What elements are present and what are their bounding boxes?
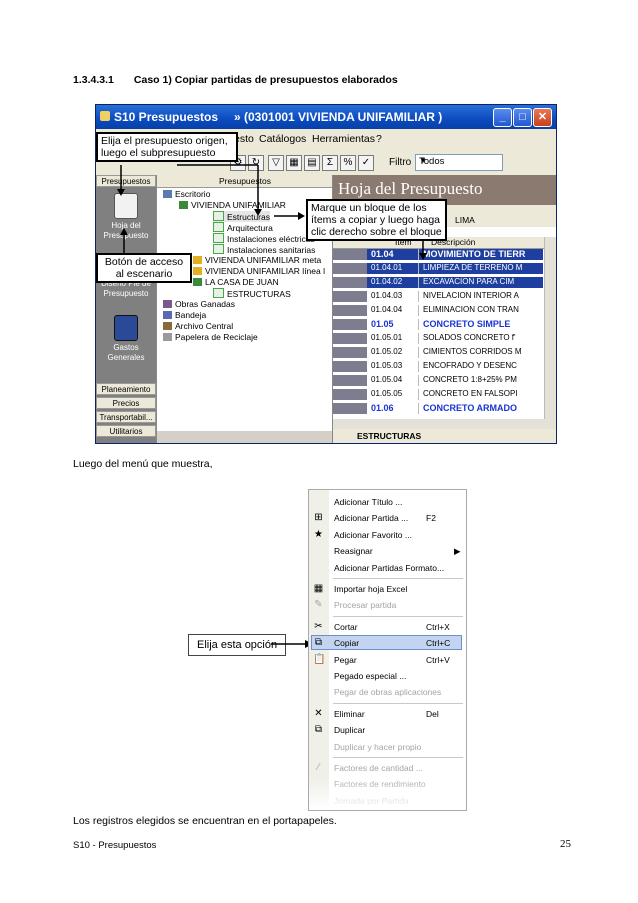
arrow-head <box>117 189 125 196</box>
menu-item-reasignar[interactable]: Reasignar ▶ <box>309 543 466 559</box>
footer-title: S10 - Presupuestos <box>73 840 157 851</box>
menu-item-shortcut: Ctrl+X <box>426 621 450 632</box>
duplicar-hacer-propio-icon <box>313 742 324 752</box>
menu-item-pegar-obras-aplicaciones[interactable]: Pegar de obras aplicaciones <box>309 684 466 700</box>
menu-item-label: Procesar partida <box>334 600 397 611</box>
menu-item-label: Adicionar Partida ... <box>334 513 409 524</box>
reasignar-icon <box>313 546 324 556</box>
context-menu: Adicionar Título ... ⊞ Adicionar Partida .… <box>308 489 467 811</box>
menu-item-eliminar[interactable]: ✕ Eliminar Del <box>309 706 466 722</box>
menu-item-label: Importar hoja Excel <box>334 584 408 594</box>
menu-item-shortcut: Del <box>426 708 439 719</box>
procesar-partida-icon: ✎ <box>314 599 323 611</box>
menu-item-duplicar-hacer-propio[interactable]: Duplicar y hacer propio <box>309 739 466 755</box>
section-title: Caso 1) Copiar partidas de presupuestos … <box>133 74 398 86</box>
menu-item-adicionar-favorito[interactable]: ★ Adicionar Favorito ... <box>309 527 466 543</box>
context-menu-fade <box>309 778 466 810</box>
menu-item-shortcut: Ctrl+V <box>426 654 450 665</box>
arrow-head <box>419 253 427 260</box>
pegar-obras-aplicaciones-icon <box>313 687 324 697</box>
eliminar-icon: ✕ <box>314 707 323 719</box>
arrow-head <box>254 209 262 216</box>
menu-item-cortar[interactable]: ✂ Cortar Ctrl+X <box>309 619 466 635</box>
menu-item-adicionar-partida[interactable]: ⊞ Adicionar Partida ... F2 <box>309 510 466 526</box>
menu-item-label: Reasignar <box>334 546 373 557</box>
menu-item-adicionar-partidas-formato[interactable]: Adicionar Partidas Formato... <box>309 560 466 576</box>
paragraph-1: Luego del menú que muestra, <box>73 458 213 470</box>
section-heading: 1.3.4.3.1 Caso 1) Copiar partidas de pre… <box>73 74 398 86</box>
menu-item-shortcut: F2 <box>426 513 436 524</box>
arrow-head <box>298 212 305 220</box>
submenu-arrow-icon: ▶ <box>454 546 461 557</box>
menu-item-adicionar-titulo[interactable]: Adicionar Título ... <box>309 494 466 510</box>
section-number: 1.3.4.3.1 <box>73 74 114 86</box>
duplicar-icon: ⧉ <box>314 724 323 736</box>
arrow-head <box>120 228 128 235</box>
pegado-especial-icon <box>313 671 324 681</box>
menu-item-duplicar[interactable]: ⧉ Duplicar <box>309 722 466 738</box>
menu-item-label: Adicionar Título ... <box>334 497 403 507</box>
menu-item-label: Pegado especial ... <box>334 671 407 681</box>
adicionar-titulo-icon <box>313 497 324 507</box>
menu-item-pegado-especial[interactable]: Pegado especial ... <box>309 668 466 684</box>
menu-separator <box>333 578 463 579</box>
menu-separator <box>333 615 463 617</box>
menu-item-label: Factores de cantidad ... <box>334 763 423 773</box>
menu-item-label: Duplicar y hacer propio <box>334 741 422 752</box>
menu-separator <box>333 757 463 758</box>
callout-arrows <box>117 164 427 260</box>
menu-item-importar-hoja-excel[interactable]: ▦ Importar hoja Excel <box>309 581 466 597</box>
menu-item-label: Eliminar <box>334 708 365 719</box>
importar-hoja-excel-icon: ▦ <box>313 583 324 594</box>
menu-item-label: Adicionar Partidas Formato... <box>334 562 445 573</box>
adicionar-partida-icon: ⊞ <box>314 512 323 524</box>
menu-item-label: Cortar <box>334 621 358 632</box>
page-number: 25 <box>560 838 571 850</box>
s10-window-screenshot: S10 Presupuestos » (0301001 VIVIENDA UNI… <box>95 104 557 444</box>
menu-item-label: Pegar <box>334 654 357 665</box>
menu-item-label: Pegar de obras aplicaciones <box>334 687 442 698</box>
cortar-icon: ✂ <box>314 620 323 632</box>
menu-item-procesar-partida[interactable]: ✎ Procesar partida <box>309 597 466 613</box>
adicionar-partidas-formato-icon <box>313 563 324 573</box>
factores-cantidad-icon: ∕ <box>317 762 320 773</box>
menu-item-label: Copiar <box>334 638 360 649</box>
menu-separator <box>333 702 463 704</box>
menu-item-factores-cantidad[interactable]: ∕ Factores de cantidad ... <box>309 760 466 776</box>
menu-item-label: Adicionar Favorito ... <box>334 529 412 540</box>
menu-item-pegar[interactable]: 📋 Pegar Ctrl+V <box>309 652 466 668</box>
paragraph-2: Los registros elegidos se encuentran en … <box>73 815 337 827</box>
pegar-icon: 📋 <box>313 653 326 665</box>
menu-item-shortcut: Ctrl+C <box>426 638 451 649</box>
copiar-icon: ⧉ <box>314 637 323 649</box>
menu-item-copiar[interactable]: ⧉ Copiar Ctrl+C <box>309 635 466 651</box>
adicionar-favorito-icon: ★ <box>314 528 323 540</box>
menu-item-label: Duplicar <box>334 725 366 736</box>
